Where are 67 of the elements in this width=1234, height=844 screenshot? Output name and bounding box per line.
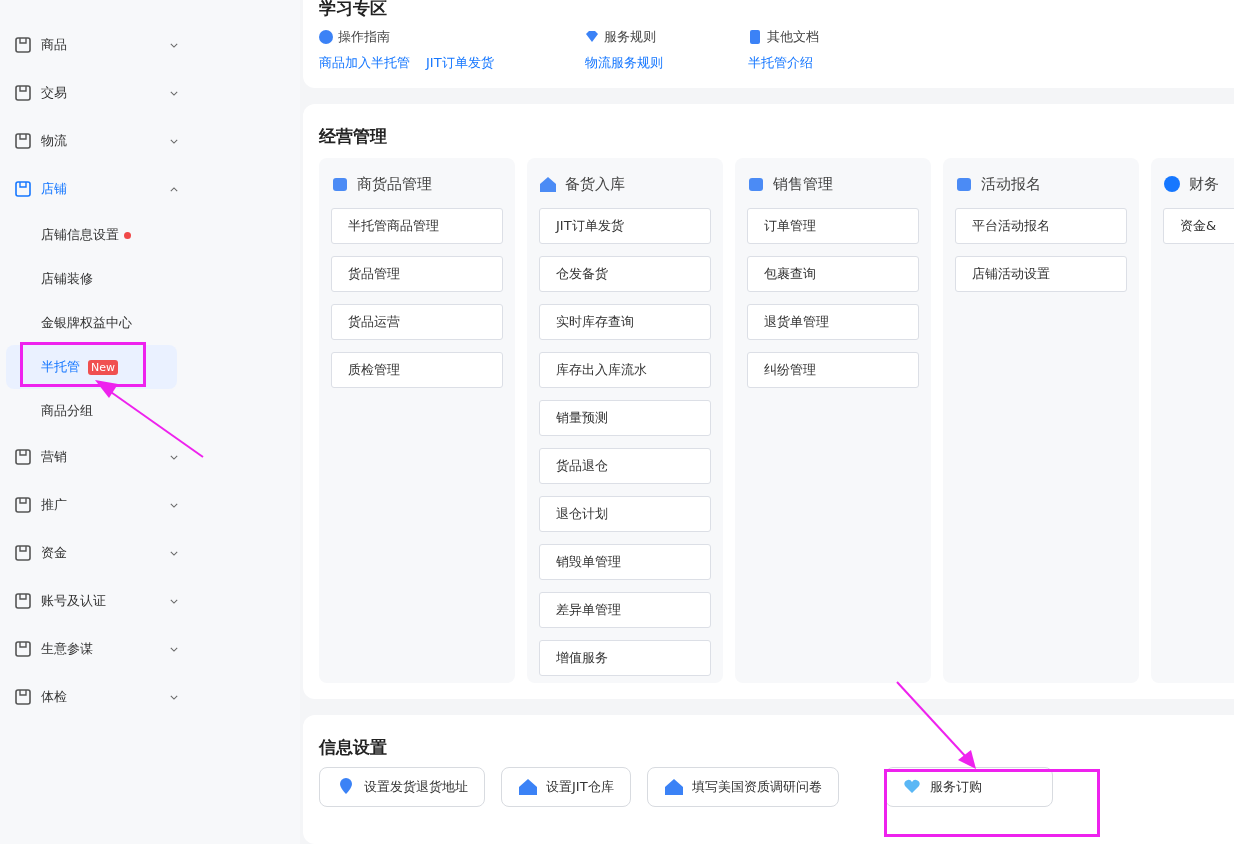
menu-button[interactable]: 退货单管理 [747,304,919,340]
chevron-icon [170,186,178,192]
house-icon [518,777,538,797]
doc-link[interactable]: 半托管介绍 [748,54,813,72]
menu-button[interactable]: 平台活动报名 [955,208,1127,244]
house-icon [663,777,684,797]
submenu-item[interactable]: 店铺装修 [6,257,177,301]
group-title: 服务规则 [604,28,656,46]
settings-button[interactable]: 填写美国资质调研问卷 [646,767,839,807]
menu-button[interactable]: 实时库存查询 [539,304,711,340]
doc-link[interactable]: JIT订单发货 [426,54,494,72]
category-title: 活动报名 [981,174,1041,194]
doc-link[interactable]: 商品加入半托管 [319,54,410,72]
new-badge: New [88,359,118,375]
menu-button[interactable]: 仓发备货 [539,256,711,292]
sidebar-item[interactable]: 账号及认证 [0,577,178,625]
sidebar-item[interactable]: 物流 [0,117,178,165]
menu-button[interactable]: JIT订单发货 [539,208,711,244]
menu-button[interactable]: 质检管理 [331,352,503,388]
menu-button[interactable]: 店铺活动设置 [955,256,1127,292]
sidebar-item[interactable]: 资金 [0,529,178,577]
menu-button[interactable]: 退仓计划 [539,496,711,532]
menu-button[interactable]: 销量预测 [539,400,711,436]
section-title: 学习专区 [319,0,388,20]
menu-button[interactable]: 库存出入库流水 [539,352,711,388]
doc-link[interactable]: 物流服务规则 [585,54,663,72]
chevron-icon [170,646,178,652]
group-title: 其他文档 [767,28,819,46]
menu-button[interactable]: 增值服务 [539,640,711,676]
settings-button[interactable]: 设置发货退货地址 [319,767,485,807]
chevron-icon [170,550,178,556]
sidebar-item[interactable]: 推广 [0,481,178,529]
category-title: 商货品管理 [357,174,432,194]
sidebar-item[interactable]: 商品 [0,21,178,69]
sidebar-item[interactable]: 交易 [0,69,178,117]
chevron-icon [170,598,178,604]
group-title: 操作指南 [338,28,390,46]
submenu-item[interactable]: 店铺信息设置 [6,213,177,257]
submenu-item[interactable]: 商品分组 [6,389,177,433]
sidebar-item[interactable]: 营销 [0,433,178,481]
chevron-icon [170,42,178,48]
chevron-icon [170,454,178,460]
menu-button[interactable]: 销毁单管理 [539,544,711,580]
menu-button[interactable]: 货品管理 [331,256,503,292]
menu-button[interactable]: 货品运营 [331,304,503,340]
menu-button[interactable]: 订单管理 [747,208,919,244]
category-title: 销售管理 [773,174,833,194]
category-title: 备货入库 [565,174,625,194]
menu-button[interactable]: 资金& [1163,208,1234,244]
section-title: 信息设置 [319,736,388,759]
menu-button[interactable]: 半托管商品管理 [331,208,503,244]
submenu-item[interactable]: 金银牌权益中心 [6,301,177,345]
menu-button[interactable]: 纠纷管理 [747,352,919,388]
menu-button[interactable]: 包裹查询 [747,256,919,292]
section-title: 经营管理 [319,125,388,148]
category-title: 财务 [1189,174,1219,194]
sidebar-item[interactable]: 体检 [0,673,178,721]
settings-button[interactable]: 设置JIT仓库 [501,767,631,807]
chevron-icon [170,502,178,508]
chevron-icon [170,90,178,96]
submenu-item[interactable]: 半托管 New [6,345,177,389]
chevron-icon [170,694,178,700]
sidebar-item[interactable]: 生意参谋 [0,625,178,673]
chevron-icon [170,138,178,144]
sidebar-item[interactable]: 店铺 [0,165,178,213]
menu-button[interactable]: 差异单管理 [539,592,711,628]
menu-button[interactable]: 货品退仓 [539,448,711,484]
